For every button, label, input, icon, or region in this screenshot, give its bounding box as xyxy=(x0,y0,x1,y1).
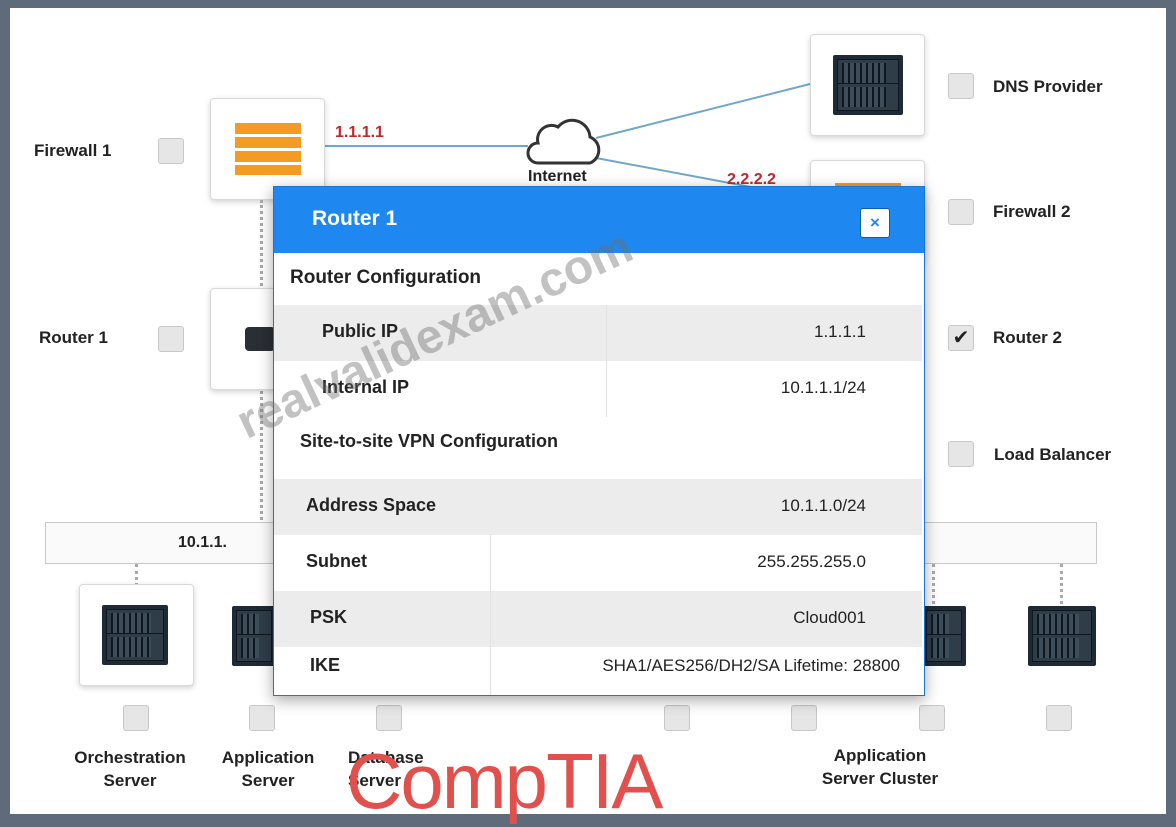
server-icon[interactable] xyxy=(232,606,276,666)
orchestration-server-label: Orchestration Server xyxy=(74,748,186,790)
row-key: IKE xyxy=(310,655,341,675)
server-link xyxy=(1060,564,1063,604)
dns-provider-label: DNS Provider xyxy=(993,77,1103,96)
dns-provider-device[interactable] xyxy=(810,34,925,136)
database-server-checkbox[interactable] xyxy=(376,705,402,731)
load-balancer-checkbox[interactable] xyxy=(948,441,974,467)
close-icon[interactable]: × xyxy=(860,208,890,238)
server-icon xyxy=(833,55,903,115)
cluster-node-3-checkbox[interactable] xyxy=(919,705,945,731)
comptia-logo: CompTIA xyxy=(346,737,663,825)
firewall2-checkbox[interactable] xyxy=(948,199,974,225)
application-server-label: Application Server xyxy=(221,748,315,790)
table-row: Address Space 10.1.1.0/24 xyxy=(274,479,922,535)
dialog-title: Router 1 xyxy=(312,207,398,230)
firewall1-label: Firewall 1 xyxy=(34,141,112,160)
server-icon[interactable] xyxy=(1028,606,1096,666)
server-link xyxy=(135,564,138,586)
router2-checkbox[interactable]: ✔ xyxy=(948,325,974,351)
load-balancer-label: Load Balancer xyxy=(994,445,1112,464)
vpn-config-heading: Site-to-site VPN Configuration xyxy=(300,431,558,451)
row-value: Cloud001 xyxy=(793,608,866,627)
cluster-node-4-checkbox[interactable] xyxy=(1046,705,1072,731)
network-bar-label: 10.1.1. xyxy=(178,534,227,551)
row-value: 1.1.1.1 xyxy=(814,322,866,341)
firewall1-checkbox[interactable] xyxy=(158,138,184,164)
row-value: 10.1.1.1/24 xyxy=(780,378,866,397)
cluster-node-2-checkbox[interactable] xyxy=(791,705,817,731)
firewall1-ip: 1.1.1.1 xyxy=(335,124,384,141)
line-internet-dns xyxy=(595,83,811,139)
router-config-heading: Router Configuration xyxy=(290,267,482,288)
row-value: SHA1/AES256/DH2/SA Lifetime: 28800 xyxy=(602,656,900,675)
server-icon[interactable] xyxy=(922,606,966,666)
server-icon xyxy=(102,605,168,665)
application-server-checkbox[interactable] xyxy=(249,705,275,731)
orchestration-server-device[interactable] xyxy=(79,584,194,686)
firewall2-label: Firewall 2 xyxy=(993,202,1071,221)
row-key: PSK xyxy=(310,607,348,627)
row-value: 10.1.1.0/24 xyxy=(780,496,866,515)
application-server-cluster-label: Application Server Cluster xyxy=(821,746,939,788)
cloud-icon xyxy=(526,118,601,165)
router1-label: Router 1 xyxy=(39,328,108,347)
row-key: Subnet xyxy=(306,551,367,571)
firewall1-device[interactable] xyxy=(210,98,325,200)
table-row: IKE SHA1/AES256/DH2/SA Lifetime: 28800 xyxy=(274,639,922,695)
firewall-icon xyxy=(235,123,301,175)
server-link xyxy=(932,564,935,604)
row-key: Address Space xyxy=(306,495,437,515)
network-diagram-canvas: Firewall 1 1.1.1.1 Internet DNS Provider… xyxy=(10,8,1166,825)
router2-label: Router 2 xyxy=(993,328,1062,347)
row-value: 255.255.255.0 xyxy=(757,552,866,571)
internet-label: Internet xyxy=(528,168,587,185)
dns-provider-checkbox[interactable] xyxy=(948,73,974,99)
router-icon xyxy=(245,327,275,351)
orchestration-server-checkbox[interactable] xyxy=(123,705,149,731)
table-row: Subnet 255.255.255.0 xyxy=(274,535,922,591)
router1-checkbox[interactable] xyxy=(158,326,184,352)
cluster-node-1-checkbox[interactable] xyxy=(664,705,690,731)
